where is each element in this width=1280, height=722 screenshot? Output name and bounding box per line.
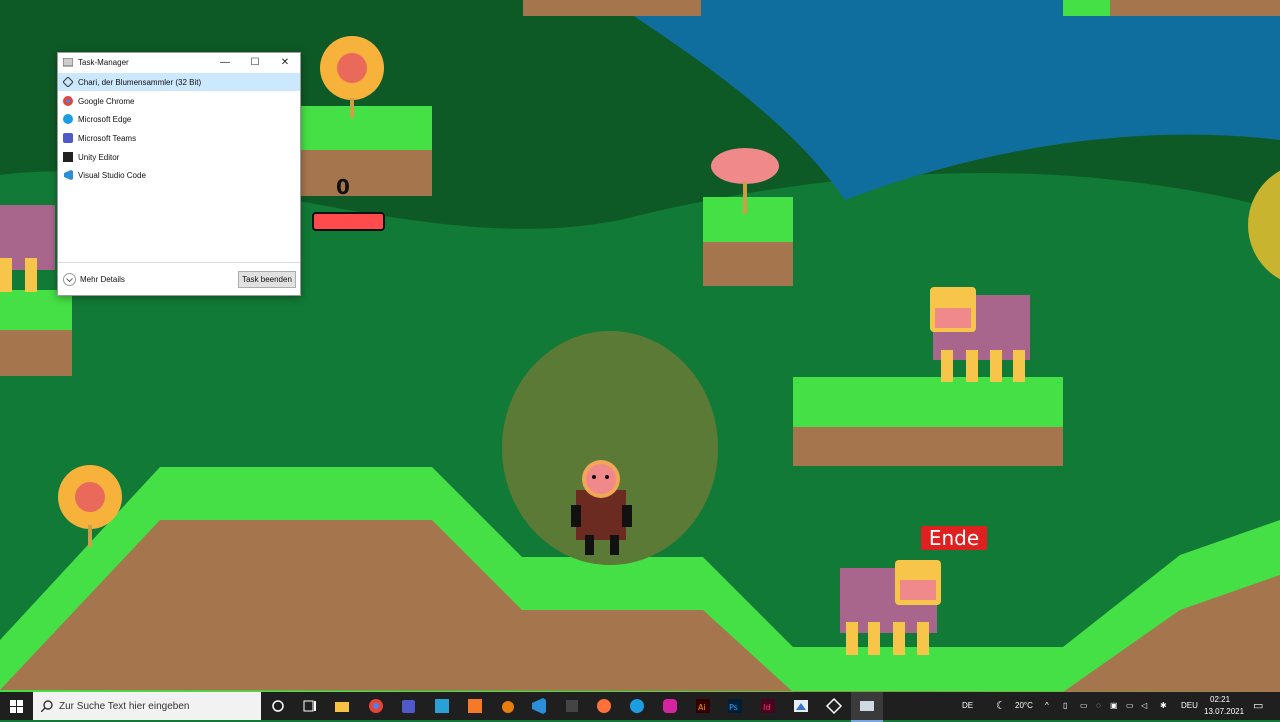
windows-start-icon[interactable] bbox=[10, 700, 23, 713]
svg-text:Ps: Ps bbox=[729, 703, 738, 712]
window-title: Task-Manager bbox=[78, 58, 129, 67]
paint-icon[interactable] bbox=[792, 697, 810, 715]
tray-app-icon[interactable]: ▣ bbox=[1110, 701, 1118, 710]
sublime-icon[interactable] bbox=[466, 697, 484, 715]
notifications-icon[interactable]: ▭ bbox=[1253, 699, 1263, 712]
svg-text:Id: Id bbox=[763, 703, 770, 712]
task-manager-icon bbox=[860, 701, 874, 711]
chrome-icon bbox=[63, 96, 73, 106]
app-label: Google Chrome bbox=[78, 97, 135, 106]
moon-icon: ☾ bbox=[996, 700, 1006, 712]
app-row-edge[interactable]: Microsoft Edge bbox=[58, 110, 300, 128]
search-box[interactable]: Zur Suche Text hier eingeben bbox=[33, 692, 261, 720]
app-row-chari[interactable]: Chari, der Blumensammler (32 Bit) bbox=[58, 73, 300, 91]
firefox-icon[interactable] bbox=[595, 697, 613, 715]
app-label: Visual Studio Code bbox=[78, 171, 146, 180]
task-manager-footer: Mehr Details Task beenden bbox=[58, 262, 300, 296]
vscode-icon[interactable] bbox=[530, 697, 548, 715]
network-icon[interactable]: ▭ bbox=[1126, 701, 1134, 710]
photoshop-express-icon[interactable] bbox=[433, 697, 451, 715]
teams-icon[interactable] bbox=[400, 697, 418, 715]
app-row-teams[interactable]: Microsoft Teams bbox=[58, 129, 300, 147]
unity-hub-icon[interactable] bbox=[825, 697, 843, 715]
task-manager-window: Task-Manager — ☐ ✕ Chari, der Blumensamm… bbox=[57, 52, 301, 296]
bluetooth-icon[interactable]: ✱ bbox=[1160, 701, 1167, 710]
app-label: Microsoft Edge bbox=[78, 115, 132, 124]
maximize-button[interactable]: ☐ bbox=[240, 53, 270, 72]
instagram-icon[interactable] bbox=[661, 697, 679, 715]
svg-text:Ai: Ai bbox=[698, 703, 706, 712]
chrome-icon[interactable] bbox=[367, 697, 385, 715]
weather-temp[interactable]: 20°C bbox=[1015, 701, 1033, 710]
clock-time[interactable]: 02:21 bbox=[1210, 695, 1230, 704]
clock-date[interactable]: 13.07.2021 bbox=[1204, 707, 1244, 716]
more-details-link[interactable]: Mehr Details bbox=[80, 275, 125, 284]
illustrator-icon[interactable]: Ai bbox=[694, 697, 712, 715]
health-bar bbox=[312, 212, 385, 231]
search-placeholder: Zur Suche Text hier eingeben bbox=[59, 701, 190, 712]
search-icon bbox=[41, 700, 53, 712]
task-manager-icon bbox=[63, 58, 73, 67]
minimize-button[interactable]: — bbox=[210, 53, 240, 72]
vscode-icon bbox=[64, 170, 73, 180]
app-label: Chari, der Blumensammler (32 Bit) bbox=[78, 78, 202, 87]
cortana-icon[interactable] bbox=[269, 697, 287, 715]
unity-editor-icon bbox=[63, 152, 73, 162]
app-row-chrome[interactable]: Google Chrome bbox=[58, 92, 300, 110]
app-row-unity-editor[interactable]: Unity Editor bbox=[58, 148, 300, 166]
blender-icon[interactable] bbox=[499, 697, 517, 715]
unity-icon bbox=[63, 77, 73, 87]
end-task-button[interactable]: Task beenden bbox=[238, 271, 296, 288]
edge-icon bbox=[63, 114, 73, 124]
chevron-up-icon[interactable]: ^ bbox=[1045, 701, 1049, 710]
task-manager-titlebar[interactable]: Task-Manager — ☐ ✕ bbox=[58, 53, 300, 72]
indesign-icon[interactable]: Id bbox=[759, 697, 777, 715]
taskbar: Zur Suche Text hier eingeben Ai Ps Id DE… bbox=[0, 692, 1280, 722]
app-row-vscode[interactable]: Visual Studio Code bbox=[58, 166, 300, 184]
file-explorer-icon[interactable] bbox=[333, 697, 351, 715]
app-label: Microsoft Teams bbox=[78, 134, 137, 143]
app-label: Unity Editor bbox=[78, 153, 120, 162]
edge-icon[interactable] bbox=[628, 697, 646, 715]
tray-app-icon[interactable]: ▯ bbox=[1063, 701, 1067, 710]
keyboard-indicator[interactable]: DEU bbox=[1181, 701, 1198, 710]
chevron-down-icon[interactable] bbox=[63, 273, 76, 286]
tray-app-icon[interactable]: ▭ bbox=[1080, 701, 1088, 710]
task-view-icon[interactable] bbox=[301, 697, 319, 715]
close-button[interactable]: ✕ bbox=[270, 53, 300, 72]
end-button[interactable]: Ende bbox=[921, 526, 987, 550]
taskbar-item-task-manager[interactable] bbox=[851, 692, 883, 722]
unity-icon[interactable] bbox=[563, 697, 581, 715]
photoshop-icon[interactable]: Ps bbox=[726, 697, 744, 715]
teams-icon bbox=[63, 133, 73, 143]
volume-icon[interactable]: ◁ bbox=[1141, 701, 1147, 710]
tray-app-icon[interactable]: ◌ bbox=[1096, 701, 1101, 710]
language-indicator[interactable]: DE bbox=[962, 701, 973, 710]
flower-counter: 0 bbox=[336, 175, 350, 199]
